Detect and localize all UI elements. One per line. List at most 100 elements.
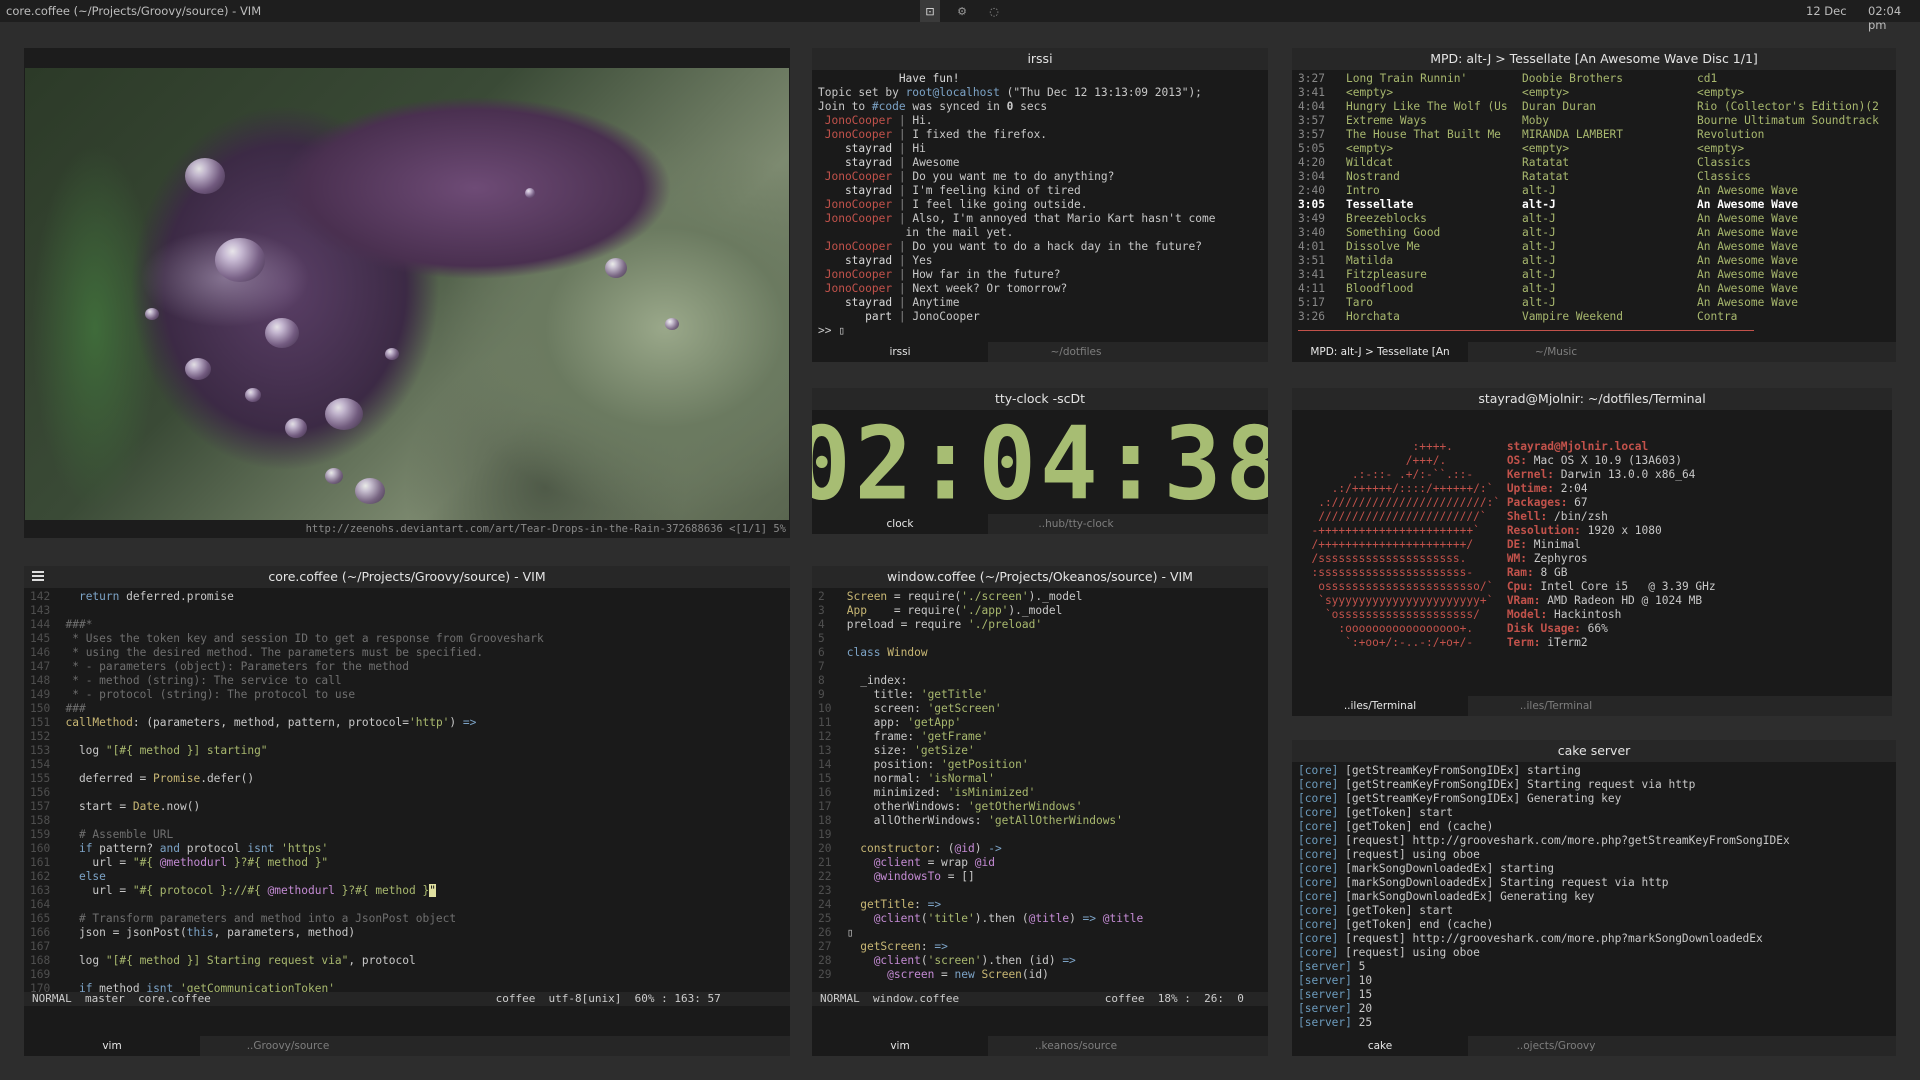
tab-tty-clock[interactable]: ..hub/tty-clock — [988, 514, 1164, 534]
vim-tab-bar: vim ..keanos/source — [812, 1036, 1268, 1056]
terminal-icon[interactable]: ⊡ — [920, 0, 940, 22]
vim-window-coffee[interactable]: window.coffee (~/Projects/Okeanos/source… — [812, 566, 1268, 1056]
track-title: Nostrand — [1346, 170, 1400, 183]
tab-terminal-2[interactable]: ..iles/Terminal — [1468, 696, 1644, 716]
playlist-row[interactable]: 3:41 Fitzpleasure alt-J An Awesome Wave — [1298, 268, 1890, 282]
track-album: An Awesome Wave — [1697, 268, 1799, 281]
log-message: [request] using oboe — [1338, 848, 1480, 861]
irssi-tab-bar: irssi ~/dotfiles — [812, 342, 1268, 362]
track-album: An Awesome Wave — [1697, 282, 1799, 295]
terminal-window[interactable]: stayrad@Mjolnir: ~/dotfiles/Terminal :++… — [1292, 388, 1892, 716]
irssi-window[interactable]: irssi Have fun! Topic set by root@localh… — [812, 48, 1268, 362]
track-title: Fitzpleasure — [1346, 268, 1427, 281]
menu-bar: core.coffee (~/Projects/Groovy/source) -… — [0, 0, 1920, 32]
track-artist: <empty> — [1522, 86, 1570, 99]
tab-vim[interactable]: vim — [812, 1036, 988, 1056]
log-source: [core] — [1298, 834, 1339, 847]
track-album: Revolution — [1697, 128, 1765, 141]
tab-mpd[interactable]: MPD: alt-J > Tessellate [An Awes... — [1292, 342, 1468, 362]
track-title: Wildcat — [1346, 156, 1394, 169]
tab-groovy[interactable]: ..ojects/Groovy — [1468, 1036, 1644, 1056]
tab-vim[interactable]: vim — [24, 1036, 200, 1056]
playlist-row[interactable]: 3:26 Horchata Vampire Weekend Contra — [1298, 310, 1890, 324]
vim-status-line: NORMAL window.coffee coffee 18% : 26: 0 — [812, 992, 1268, 1006]
playlist-row[interactable]: 3:27 Long Train Runnin' Doobie Brothers cd1 — [1298, 72, 1890, 86]
tab-dotfiles[interactable]: ~/dotfiles — [988, 342, 1164, 362]
playlist-row[interactable]: 3:05 Tessellate alt-J An Awesome Wave — [1298, 198, 1890, 212]
log-source: [server] — [1298, 1016, 1352, 1029]
playlist-row[interactable]: 3:41 <empty> <empty> <empty> — [1298, 86, 1890, 100]
tab-irssi[interactable]: irssi — [812, 342, 988, 362]
track-title: The House That Built Me — [1346, 128, 1501, 141]
playlist-row[interactable]: 4:04 Hungry Like The Wolf (Us Duran Duran R… — [1298, 100, 1890, 114]
log-message: [getToken] end (cache) — [1338, 820, 1494, 833]
track-album: Classics — [1697, 170, 1751, 183]
cake-server-window[interactable]: cake server [core] [getStreamKeyFromSong… — [1292, 740, 1896, 1056]
track-duration: 3:41 — [1298, 86, 1325, 99]
tab-terminal-1[interactable]: ..iles/Terminal — [1292, 696, 1468, 716]
log-message: 20 — [1351, 1002, 1373, 1015]
track-duration: 3:04 — [1298, 170, 1325, 183]
playlist-row[interactable]: 4:11 Bloodflood alt-J An Awesome Wave — [1298, 282, 1890, 296]
log-message: [request] http://grooveshark.com/more.ph… — [1338, 932, 1763, 945]
playlist-row[interactable]: 3:40 Something Good alt-J An Awesome Wave — [1298, 226, 1890, 240]
playlist-row[interactable]: 3:51 Matilda alt-J An Awesome Wave — [1298, 254, 1890, 268]
log-source: [server] — [1298, 974, 1352, 987]
log-source: [core] — [1298, 904, 1339, 917]
log-line: [core] [request] http://grooveshark.com/… — [1298, 834, 1890, 848]
clock-window[interactable]: tty-clock -scDt 02:04:38 clock ..hub/tty… — [812, 388, 1268, 534]
playlist-row[interactable]: 3:57 Extreme Ways Moby Bourne Ultimatum Sou… — [1298, 114, 1890, 128]
playlist-row[interactable]: 2:40 Intro alt-J An Awesome Wave — [1298, 184, 1890, 198]
log-message: 25 — [1351, 1016, 1373, 1029]
log-source: [server] — [1298, 1002, 1352, 1015]
track-album: An Awesome Wave — [1697, 226, 1799, 239]
log-line: [server] 5 — [1298, 960, 1890, 974]
playlist-row[interactable]: 3:57 The House That Built Me MIRANDA LAMBE… — [1298, 128, 1890, 142]
track-duration: 3:05 — [1298, 198, 1325, 211]
playlist-row[interactable]: 5:17 Taro alt-J An Awesome Wave — [1298, 296, 1890, 310]
code-editor[interactable]: 142 return deferred.promise 143 144 ###*… — [24, 588, 790, 1012]
playlist-row[interactable]: 3:49 Breezeblocks alt-J An Awesome Wave — [1298, 212, 1890, 226]
tab-cake[interactable]: cake — [1292, 1036, 1468, 1056]
tab-music[interactable]: ~/Music — [1468, 342, 1644, 362]
code-editor[interactable]: 2 Screen = require('./screen')._model 3 … — [812, 588, 1268, 992]
vim-core-window[interactable]: core.coffee (~/Projects/Groovy/source) -… — [24, 566, 790, 1056]
playlist-row[interactable]: 4:20 Wildcat Ratatat Classics — [1298, 156, 1890, 170]
settings-icon[interactable]: ⚙ — [952, 0, 972, 22]
window-title: cake server — [1292, 740, 1896, 762]
track-artist: alt-J — [1522, 268, 1556, 281]
log-line: [server] 15 — [1298, 988, 1890, 1002]
menu-icon[interactable] — [32, 571, 44, 581]
image-viewer-window[interactable]: http://zeenohs.deviantart.com/art/Tear-D… — [24, 48, 790, 538]
tab-clock[interactable]: clock — [812, 514, 988, 534]
chat-icon[interactable]: ◌ — [984, 0, 1004, 22]
track-album: An Awesome Wave — [1697, 184, 1799, 197]
track-album: Contra — [1697, 310, 1738, 323]
cake-tab-bar: cake ..ojects/Groovy — [1292, 1036, 1896, 1056]
log-line: [core] [markSongDownloadedEx] Starting r… — [1298, 876, 1890, 890]
tab-groovy-source[interactable]: ..Groovy/source — [200, 1036, 376, 1056]
irssi-chat-log: Have fun! Topic set by root@localhost ("… — [818, 72, 1216, 337]
track-duration: 2:40 — [1298, 184, 1325, 197]
log-line: [core] [markSongDownloadedEx] Generating… — [1298, 890, 1890, 904]
mpd-window[interactable]: MPD: alt-J > Tessellate [An Awesome Wave… — [1292, 48, 1896, 362]
tab-okeanos-source[interactable]: ..keanos/source — [988, 1036, 1164, 1056]
playlist-row[interactable]: 3:04 Nostrand Ratatat Classics — [1298, 170, 1890, 184]
track-title: Horchata — [1346, 310, 1400, 323]
playlist-row[interactable]: 5:05 <empty> <empty> <empty> — [1298, 142, 1890, 156]
log-source: [server] — [1298, 960, 1352, 973]
log-source: [server] — [1298, 988, 1352, 1001]
progress-bar — [1298, 330, 1754, 331]
log-message: [getStreamKeyFromSongIDEx] starting — [1338, 764, 1581, 777]
track-album: Rio (Collector's Edition)(2 — [1697, 100, 1879, 113]
log-message: [markSongDownloadedEx] starting — [1338, 862, 1554, 875]
playlist-row[interactable]: 4:01 Dissolve Me alt-J An Awesome Wave — [1298, 240, 1890, 254]
track-album: <empty> — [1697, 86, 1745, 99]
track-title: Taro — [1346, 296, 1373, 309]
track-duration: 4:20 — [1298, 156, 1325, 169]
log-message: [getToken] start — [1338, 904, 1453, 917]
log-source: [core] — [1298, 848, 1339, 861]
irssi-prompt[interactable]: >> — [818, 324, 838, 337]
clock-tab-bar: clock ..hub/tty-clock — [812, 514, 1268, 534]
log-source: [core] — [1298, 820, 1339, 833]
